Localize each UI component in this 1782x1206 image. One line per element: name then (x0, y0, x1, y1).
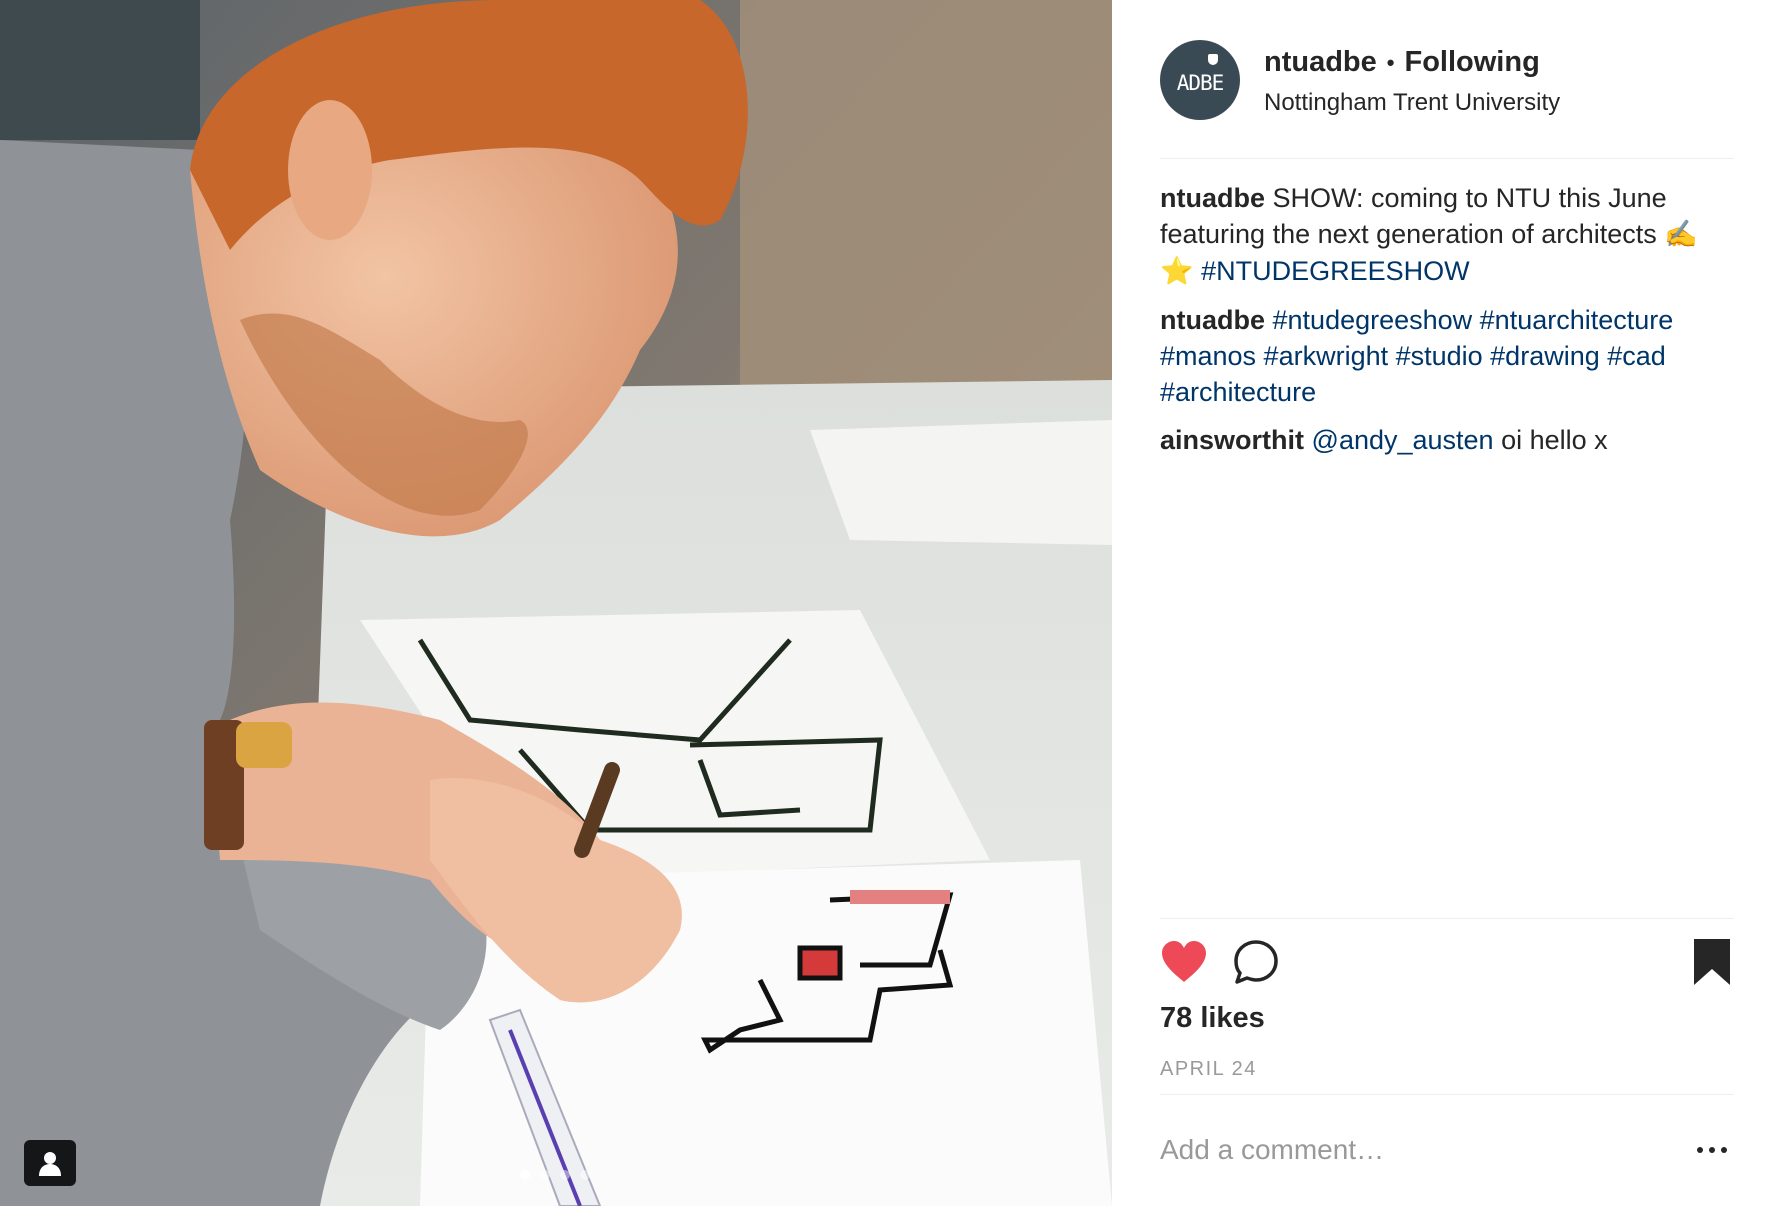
ellipsis-icon (1697, 1147, 1703, 1153)
carousel-dot-4 (580, 1170, 590, 1180)
separator-dot: • (1386, 49, 1395, 75)
avatar-logo-text: ADBE (1176, 71, 1225, 95)
shield-icon (1208, 54, 1218, 65)
likes-count[interactable]: 78 likes (1160, 1002, 1265, 1035)
mention-link[interactable]: @andy_austen (1312, 425, 1494, 455)
post-date[interactable]: APRIL 24 (1160, 1058, 1257, 1081)
comment-username[interactable]: ntuadbe (1160, 183, 1265, 213)
more-options-button[interactable] (1690, 1135, 1734, 1165)
tagged-users-button[interactable] (24, 1140, 76, 1186)
username-link[interactable]: ntuadbe (1264, 46, 1377, 79)
comment-item: ainsworthit @andy_austen oi hello x (1160, 422, 1734, 458)
user-icon (39, 1152, 61, 1176)
comment-text: oi hello x (1501, 425, 1608, 455)
comment-item: ntuadbe #ntudegreeshow #ntuarchitecture … (1160, 302, 1734, 410)
divider (1160, 1094, 1734, 1095)
speech-bubble-icon (1234, 940, 1278, 984)
carousel-dot-2 (540, 1170, 550, 1180)
action-bar (1160, 936, 1734, 996)
comment-button[interactable] (1230, 936, 1282, 988)
avatar[interactable]: ADBE (1160, 40, 1240, 120)
comment-username[interactable]: ainsworthit (1160, 425, 1304, 455)
comments-list: ntuadbe SHOW: coming to NTU this June fe… (1160, 180, 1734, 470)
divider (1160, 918, 1734, 919)
hashtag-link[interactable]: #NTUDEGREESHOW (1201, 256, 1470, 286)
caption: ntuadbe SHOW: coming to NTU this June fe… (1160, 180, 1734, 290)
heart-icon (1162, 941, 1206, 982)
bookmark-icon (1694, 939, 1730, 985)
add-comment-bar: Add a comment… (1160, 1112, 1734, 1188)
photo-scene (0, 0, 1112, 1206)
comment-username[interactable]: ntuadbe (1160, 305, 1265, 335)
carousel-dot-1 (520, 1170, 530, 1180)
post-header: ADBE ntuadbe • Following Nottingham Tren… (1160, 40, 1734, 158)
post-side-panel: ADBE ntuadbe • Following Nottingham Tren… (1112, 0, 1782, 1206)
like-button[interactable] (1158, 936, 1210, 988)
location-link[interactable]: Nottingham Trent University (1264, 89, 1560, 117)
divider (1160, 158, 1734, 159)
post-photo[interactable] (0, 0, 1112, 1206)
following-button[interactable]: Following (1404, 46, 1539, 79)
save-button[interactable] (1686, 936, 1738, 988)
comment-input[interactable]: Add a comment… (1160, 1134, 1384, 1166)
carousel-dot-3 (560, 1170, 570, 1180)
carousel-indicator (520, 1170, 590, 1180)
